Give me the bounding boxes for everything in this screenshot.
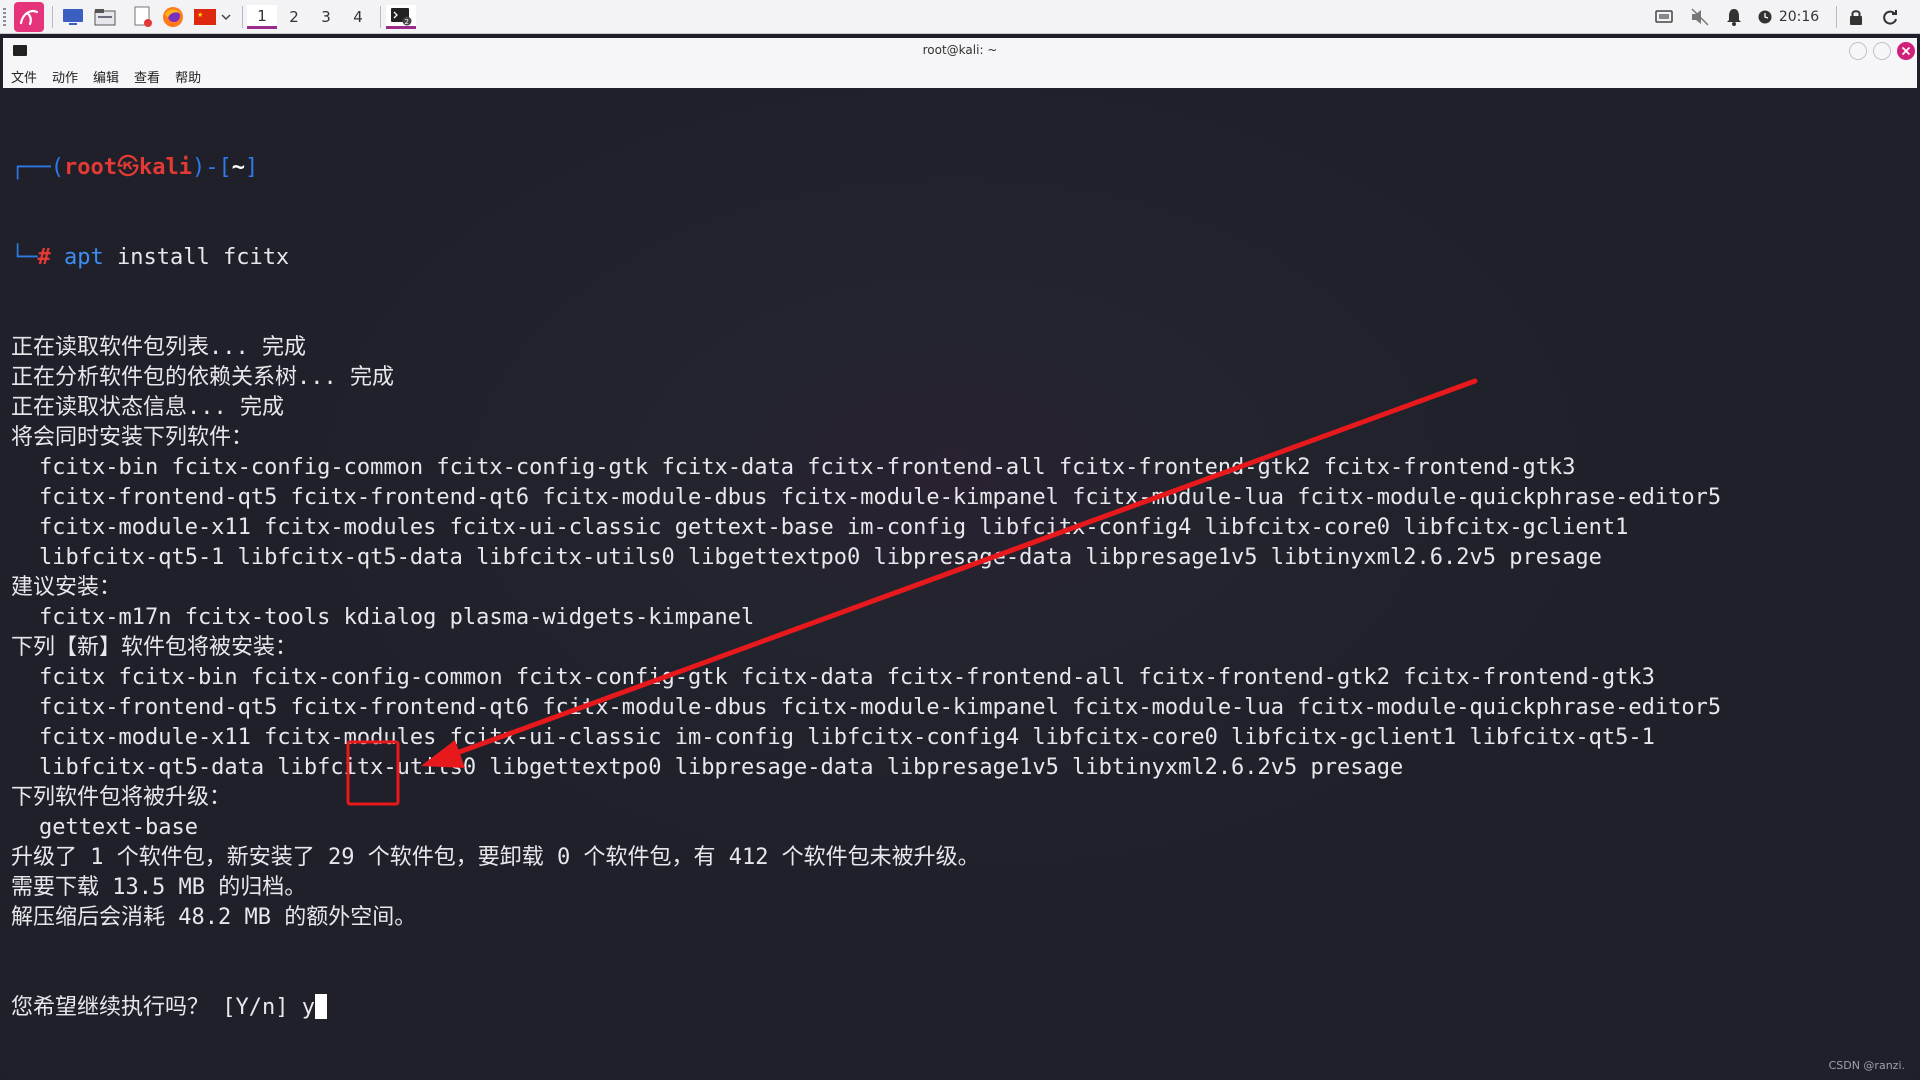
text-editor-icon — [134, 6, 152, 27]
firefox-icon — [163, 7, 183, 27]
output-line: fcitx-frontend-qt5 fcitx-frontend-qt6 fc… — [39, 695, 1722, 720]
clock-icon — [1758, 10, 1772, 24]
notifications-button[interactable] — [1722, 5, 1746, 29]
command-args: install fcitx — [103, 245, 290, 270]
output-line: fcitx-bin fcitx-config-common fcitx-conf… — [39, 455, 1576, 480]
prompt-hash: # — [37, 245, 51, 270]
firefox-button[interactable] — [160, 5, 186, 29]
maximize-button[interactable] — [1873, 42, 1891, 60]
panel-grip[interactable] — [3, 8, 6, 26]
text-editor-button[interactable] — [130, 5, 156, 29]
prompt-second-prefix: └─ — [11, 245, 38, 270]
window-title: root@kali: ~ — [922, 43, 998, 57]
panel-clock[interactable]: 20:16 — [1776, 5, 1822, 29]
output-line: fcitx-frontend-qt5 fcitx-frontend-qt6 fc… — [39, 485, 1722, 510]
show-desktop-button[interactable] — [60, 5, 86, 29]
window-titlebar[interactable]: root@kali: ~ — [3, 38, 1917, 65]
screen-icon — [1655, 10, 1673, 23]
output-line: 下列【新】软件包将被安装： — [11, 635, 298, 660]
minimize-button[interactable] — [1849, 42, 1867, 60]
output-line: 正在分析软件包的依赖关系树... 完成 — [11, 365, 394, 390]
terminal-icon: 2 — [391, 7, 412, 26]
workspace-3[interactable]: 3 — [311, 5, 341, 29]
output-line: libfcitx-qt5-data libfcitx-utils0 libget… — [39, 755, 1404, 780]
chevron-down-icon — [221, 14, 231, 21]
confirm-prompt: 您希望继续执行吗？ [Y/n] — [11, 995, 302, 1020]
volume-button[interactable] — [1688, 5, 1712, 29]
watermark: CSDN @ranzi. — [1828, 1059, 1905, 1072]
terminal-window: root@kali: ~ 文件 动作 编辑 查看 帮助 ┌──(root㉿kal… — [3, 38, 1917, 1078]
refresh-icon — [1883, 10, 1897, 25]
taskbar-terminal[interactable]: 2 — [386, 5, 416, 29]
output-line: fcitx-m17n fcitx-tools kdialog plasma-wi… — [39, 605, 755, 630]
output-line: 下列软件包将被升级： — [11, 785, 232, 810]
prompt-mid: )-[ — [191, 155, 232, 180]
workspace-2[interactable]: 2 — [279, 5, 309, 29]
menu-help[interactable]: 帮助 — [168, 67, 208, 86]
lock-icon — [1850, 10, 1862, 25]
command-output: 正在读取软件包列表... 完成正在分析软件包的依赖关系树... 完成 正在读取状态… — [11, 333, 1721, 933]
prompt-open: ┌──( — [11, 155, 64, 180]
prompt-user: root — [63, 155, 117, 180]
mute-icon — [1691, 8, 1709, 26]
output-line: 正在读取软件包列表... 完成 — [11, 335, 306, 360]
output-line: fcitx-module-x11 fcitx-modules fcitx-ui-… — [39, 515, 1629, 540]
screen-button[interactable] — [1652, 5, 1676, 29]
clock-icon-wrap — [1756, 5, 1774, 29]
input-method-button[interactable]: ★ — [192, 5, 218, 29]
panel-separator — [242, 6, 243, 28]
prompt-host: kali — [138, 155, 192, 180]
terminal-lines: ┌──(root㉿kali)-[~] └─# apt install fcitx… — [11, 93, 1721, 1078]
prompt-line-2: └─# apt install fcitx — [11, 243, 1721, 273]
output-line: fcitx-module-x11 fcitx-modules fcitx-ui-… — [39, 725, 1655, 750]
kali-menu-icon — [19, 9, 39, 26]
kali-menu-button[interactable] — [14, 2, 44, 32]
menu-edit[interactable]: 编辑 — [86, 67, 126, 86]
output-line: 正在读取状态信息... 完成 — [11, 395, 284, 420]
input-method-dropdown[interactable] — [218, 5, 234, 29]
menu-file[interactable]: 文件 — [4, 67, 44, 86]
workspace-4[interactable]: 4 — [343, 5, 373, 29]
text-cursor — [314, 994, 327, 1019]
terminal-badge: 2 — [405, 18, 409, 26]
prompt-skull-glyph: ㉿ — [116, 155, 139, 180]
terminal-output-area[interactable]: ┌──(root㉿kali)-[~] └─# apt install fcitx… — [3, 88, 1917, 1078]
prompt-line-1: ┌──(root㉿kali)-[~] — [11, 153, 1721, 183]
prompt-close: ] — [244, 155, 259, 180]
user-input[interactable]: y — [302, 995, 315, 1020]
window-menubar: 文件 动作 编辑 查看 帮助 — [3, 64, 1917, 88]
confirm-prompt-line: 您希望继续执行吗？ [Y/n] y — [11, 993, 1721, 1023]
top-panel: ★ 1 2 3 4 2 20:16 — [0, 0, 1920, 34]
prompt-dir: ~ — [231, 155, 245, 180]
output-line: libfcitx-qt5-1 libfcitx-qt5-data libfcit… — [39, 545, 1602, 570]
output-line: 将会同时安装下列软件： — [11, 425, 254, 450]
menu-actions[interactable]: 动作 — [45, 67, 85, 86]
output-line: 解压缩后会消耗 48.2 MB 的额外空间。 — [11, 905, 417, 930]
output-line: 升级了 1 个软件包，新安装了 29 个软件包，要卸载 0 个软件包，有 412… — [11, 845, 980, 870]
workspace-1[interactable]: 1 — [247, 5, 277, 29]
menu-view[interactable]: 查看 — [127, 67, 167, 86]
output-line: 建议安装： — [11, 575, 122, 600]
close-icon — [1901, 46, 1911, 56]
flag-icon: ★ — [194, 9, 216, 25]
file-manager-button[interactable] — [92, 5, 118, 29]
file-manager-icon — [94, 9, 116, 26]
output-line: 需要下载 13.5 MB 的归档。 — [11, 875, 307, 900]
panel-separator — [52, 6, 53, 28]
bell-icon — [1727, 9, 1741, 26]
output-line: gettext-base — [39, 815, 198, 840]
panel-separator — [1836, 6, 1837, 28]
logout-button[interactable] — [1879, 5, 1901, 29]
close-button[interactable] — [1897, 42, 1915, 60]
lock-screen-button[interactable] — [1845, 5, 1867, 29]
desktop-icon — [63, 9, 83, 25]
svg-text:★: ★ — [197, 11, 203, 19]
output-line: fcitx fcitx-bin fcitx-config-common fcit… — [39, 665, 1655, 690]
panel-separator — [380, 6, 381, 28]
command-name: apt — [64, 245, 104, 270]
